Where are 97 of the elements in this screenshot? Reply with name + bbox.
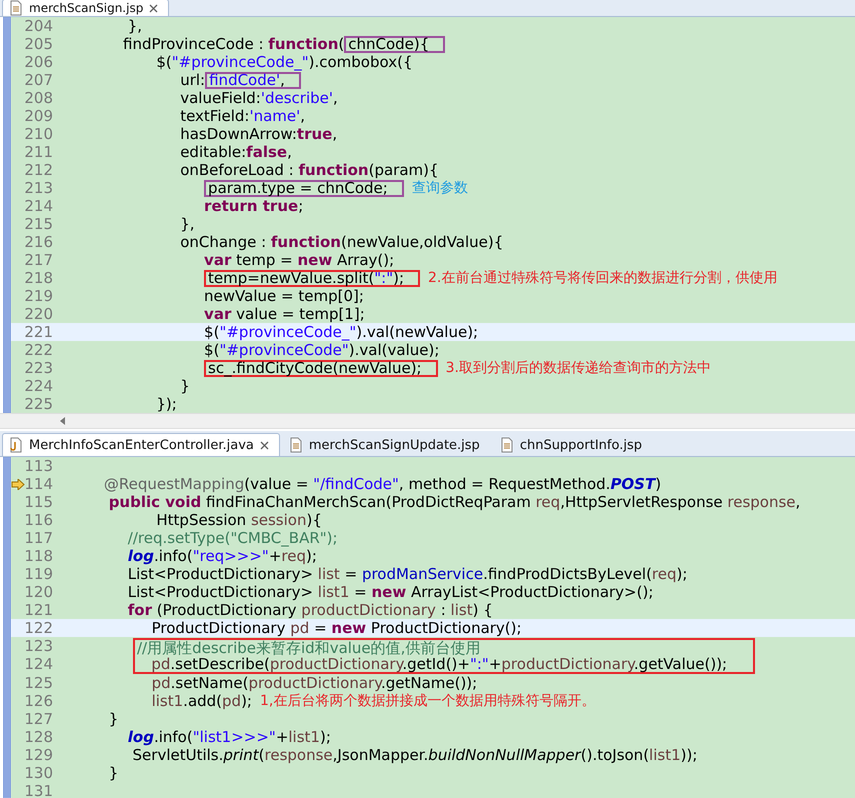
code-text: log.info("req>>>"+req); [126, 547, 317, 565]
code-text: //用属性describe来暂存id和value的值,供前台使用 [137, 640, 480, 656]
line-number: 210 [24, 125, 53, 143]
line-number: 219 [24, 287, 53, 305]
line-number: 216 [24, 233, 53, 251]
line-number: 119 [24, 565, 53, 583]
highlight-box: chnCode){ [344, 36, 446, 52]
line-number: 123 [24, 637, 53, 655]
annotation-note: 3.取到分割后的数据传递给查询市的方法中 [446, 359, 711, 377]
line-number: 131 [24, 782, 53, 798]
code-text: } [108, 710, 118, 728]
code-text: }); [155, 395, 177, 413]
editor-tab[interactable]: merchScanSign.jsp [2, 0, 170, 16]
line-number: 114 [24, 475, 53, 493]
document-icon [500, 437, 514, 453]
editor-tab[interactable]: MerchInfoScanEnterController.java [2, 433, 280, 456]
highlight-box: findCode', [205, 72, 301, 88]
line-number: 115 [24, 493, 53, 511]
line-number: 218 [24, 269, 53, 287]
line-number: 128 [24, 728, 53, 746]
code-text: findProvinceCode : function( [122, 35, 344, 53]
code-text: ProductDictionary pd = new ProductDictionary(); [150, 619, 522, 637]
line-number: 222 [24, 341, 53, 359]
horizontal-scrollbar[interactable] [0, 413, 855, 429]
code-text: newValue = temp[0]; [203, 287, 364, 305]
code-text: onBeforeLoad : function(param){ [179, 161, 439, 179]
code-text: HttpSession session){ [155, 511, 322, 529]
line-number: 217 [24, 251, 53, 269]
code-text: }, [179, 215, 195, 233]
code-text: list1.add(pd); [150, 692, 252, 710]
code-text: //req.setType("CMBC_BAR"); [126, 529, 338, 547]
code-text: hasDownArrow:true, [179, 125, 338, 143]
code-text: pd.setDescribe(productDictionary.getId()+":"+productDictionary.getValue()); [150, 656, 728, 672]
line-number: 121 [24, 601, 53, 619]
line-number: 130 [24, 764, 53, 782]
code-text: return true; [203, 197, 304, 215]
annotation-note: 1,在后台将两个数据拼接成一个数据用特殊符号隔开。 [260, 692, 596, 710]
code-text: } [179, 377, 190, 395]
annotation-note: 2.在前台通过特殊符号将传回来的数据进行分割，供使用 [428, 269, 778, 287]
line-number: 117 [24, 529, 53, 547]
line-number: 215 [24, 215, 53, 233]
code-text: }, [126, 17, 142, 35]
code-text: $("#provinceCode").val(value); [203, 341, 440, 359]
highlight-box: param.type = chnCode; [204, 180, 404, 196]
code-text: var temp = new Array(); [203, 251, 394, 269]
line-number: 211 [24, 143, 53, 161]
line-number: 224 [24, 377, 53, 395]
line-number: 127 [24, 710, 53, 728]
line-number: 209 [24, 107, 53, 125]
highlight-box: temp=newValue.split(":"); [204, 270, 420, 286]
code-text: List<ProductDictionary> list1 = new ArrayList<ProductDictionary>(); [126, 583, 654, 601]
line-number: 120 [24, 583, 53, 601]
code-text: public void findFinaChanMerchScan(ProdDictReqParam req,HttpServletResponse response, [108, 493, 800, 511]
code-text: for (ProductDictionary productDictionary : list) { [126, 601, 493, 619]
line-number: 207 [24, 71, 53, 89]
line-number: 118 [24, 547, 53, 565]
code-text: log.info("list1>>>"+list1); [126, 728, 331, 746]
code-text: ServletUtils.print(response,JsonMapper.buildNonNullMapper().toJson(list1)); [132, 746, 698, 764]
line-number: 206 [24, 53, 53, 71]
line-number: 113 [24, 457, 53, 475]
code-text: editable:false, [179, 143, 292, 161]
annotation-note: 查询参数 [412, 179, 468, 197]
code-text: textField:'name', [179, 107, 306, 125]
line-number: 129 [24, 746, 53, 764]
document-icon [288, 437, 303, 453]
highlight-box: sc_.findCityCode(newValue); [204, 360, 438, 376]
editor-tab[interactable]: merchScanSignUpdate.jsp [282, 433, 491, 456]
code-text: var value = temp[1]; [203, 305, 365, 323]
line-number: 225 [24, 395, 53, 413]
editor-tab[interactable]: chnSupportInfo.jsp [492, 433, 653, 456]
line-number: 208 [24, 89, 53, 107]
close-icon[interactable] [260, 440, 269, 450]
line-number: 221 [24, 323, 53, 341]
line-number: 223 [24, 359, 53, 377]
line-number: 204 [24, 17, 53, 35]
line-number: 126 [24, 692, 53, 710]
code-text: } [108, 764, 118, 782]
left-arrow-icon[interactable] [60, 417, 66, 425]
line-number: 122 [24, 619, 53, 637]
code-text: url: [179, 71, 206, 89]
line-number: 220 [24, 305, 53, 323]
line-number: 124 [24, 655, 53, 673]
close-icon[interactable] [149, 4, 158, 12]
line-number: 214 [24, 197, 53, 215]
line-number: 213 [24, 179, 53, 197]
code-text: pd.setName(productDictionary.getName()); [150, 674, 478, 692]
code-text: List<ProductDictionary> list = prodManService.findProdDictsByLevel(req); [126, 565, 688, 583]
line-number: 212 [24, 161, 53, 179]
code-text: onChange : function(newValue,oldValue){ [179, 233, 504, 251]
code-text: valueField:'describe', [179, 89, 338, 107]
line-number: 125 [24, 674, 53, 692]
java-file-icon [9, 437, 23, 453]
line-number: 116 [24, 511, 53, 529]
code-text: $("#provinceCode_").combobox({ [155, 53, 412, 71]
line-number: 205 [24, 35, 53, 53]
code-text: $("#provinceCode_").val(newValue); [203, 323, 478, 341]
code-text: @RequestMapping(value = "/findCode", method = RequestMethod.POST) [102, 475, 662, 493]
